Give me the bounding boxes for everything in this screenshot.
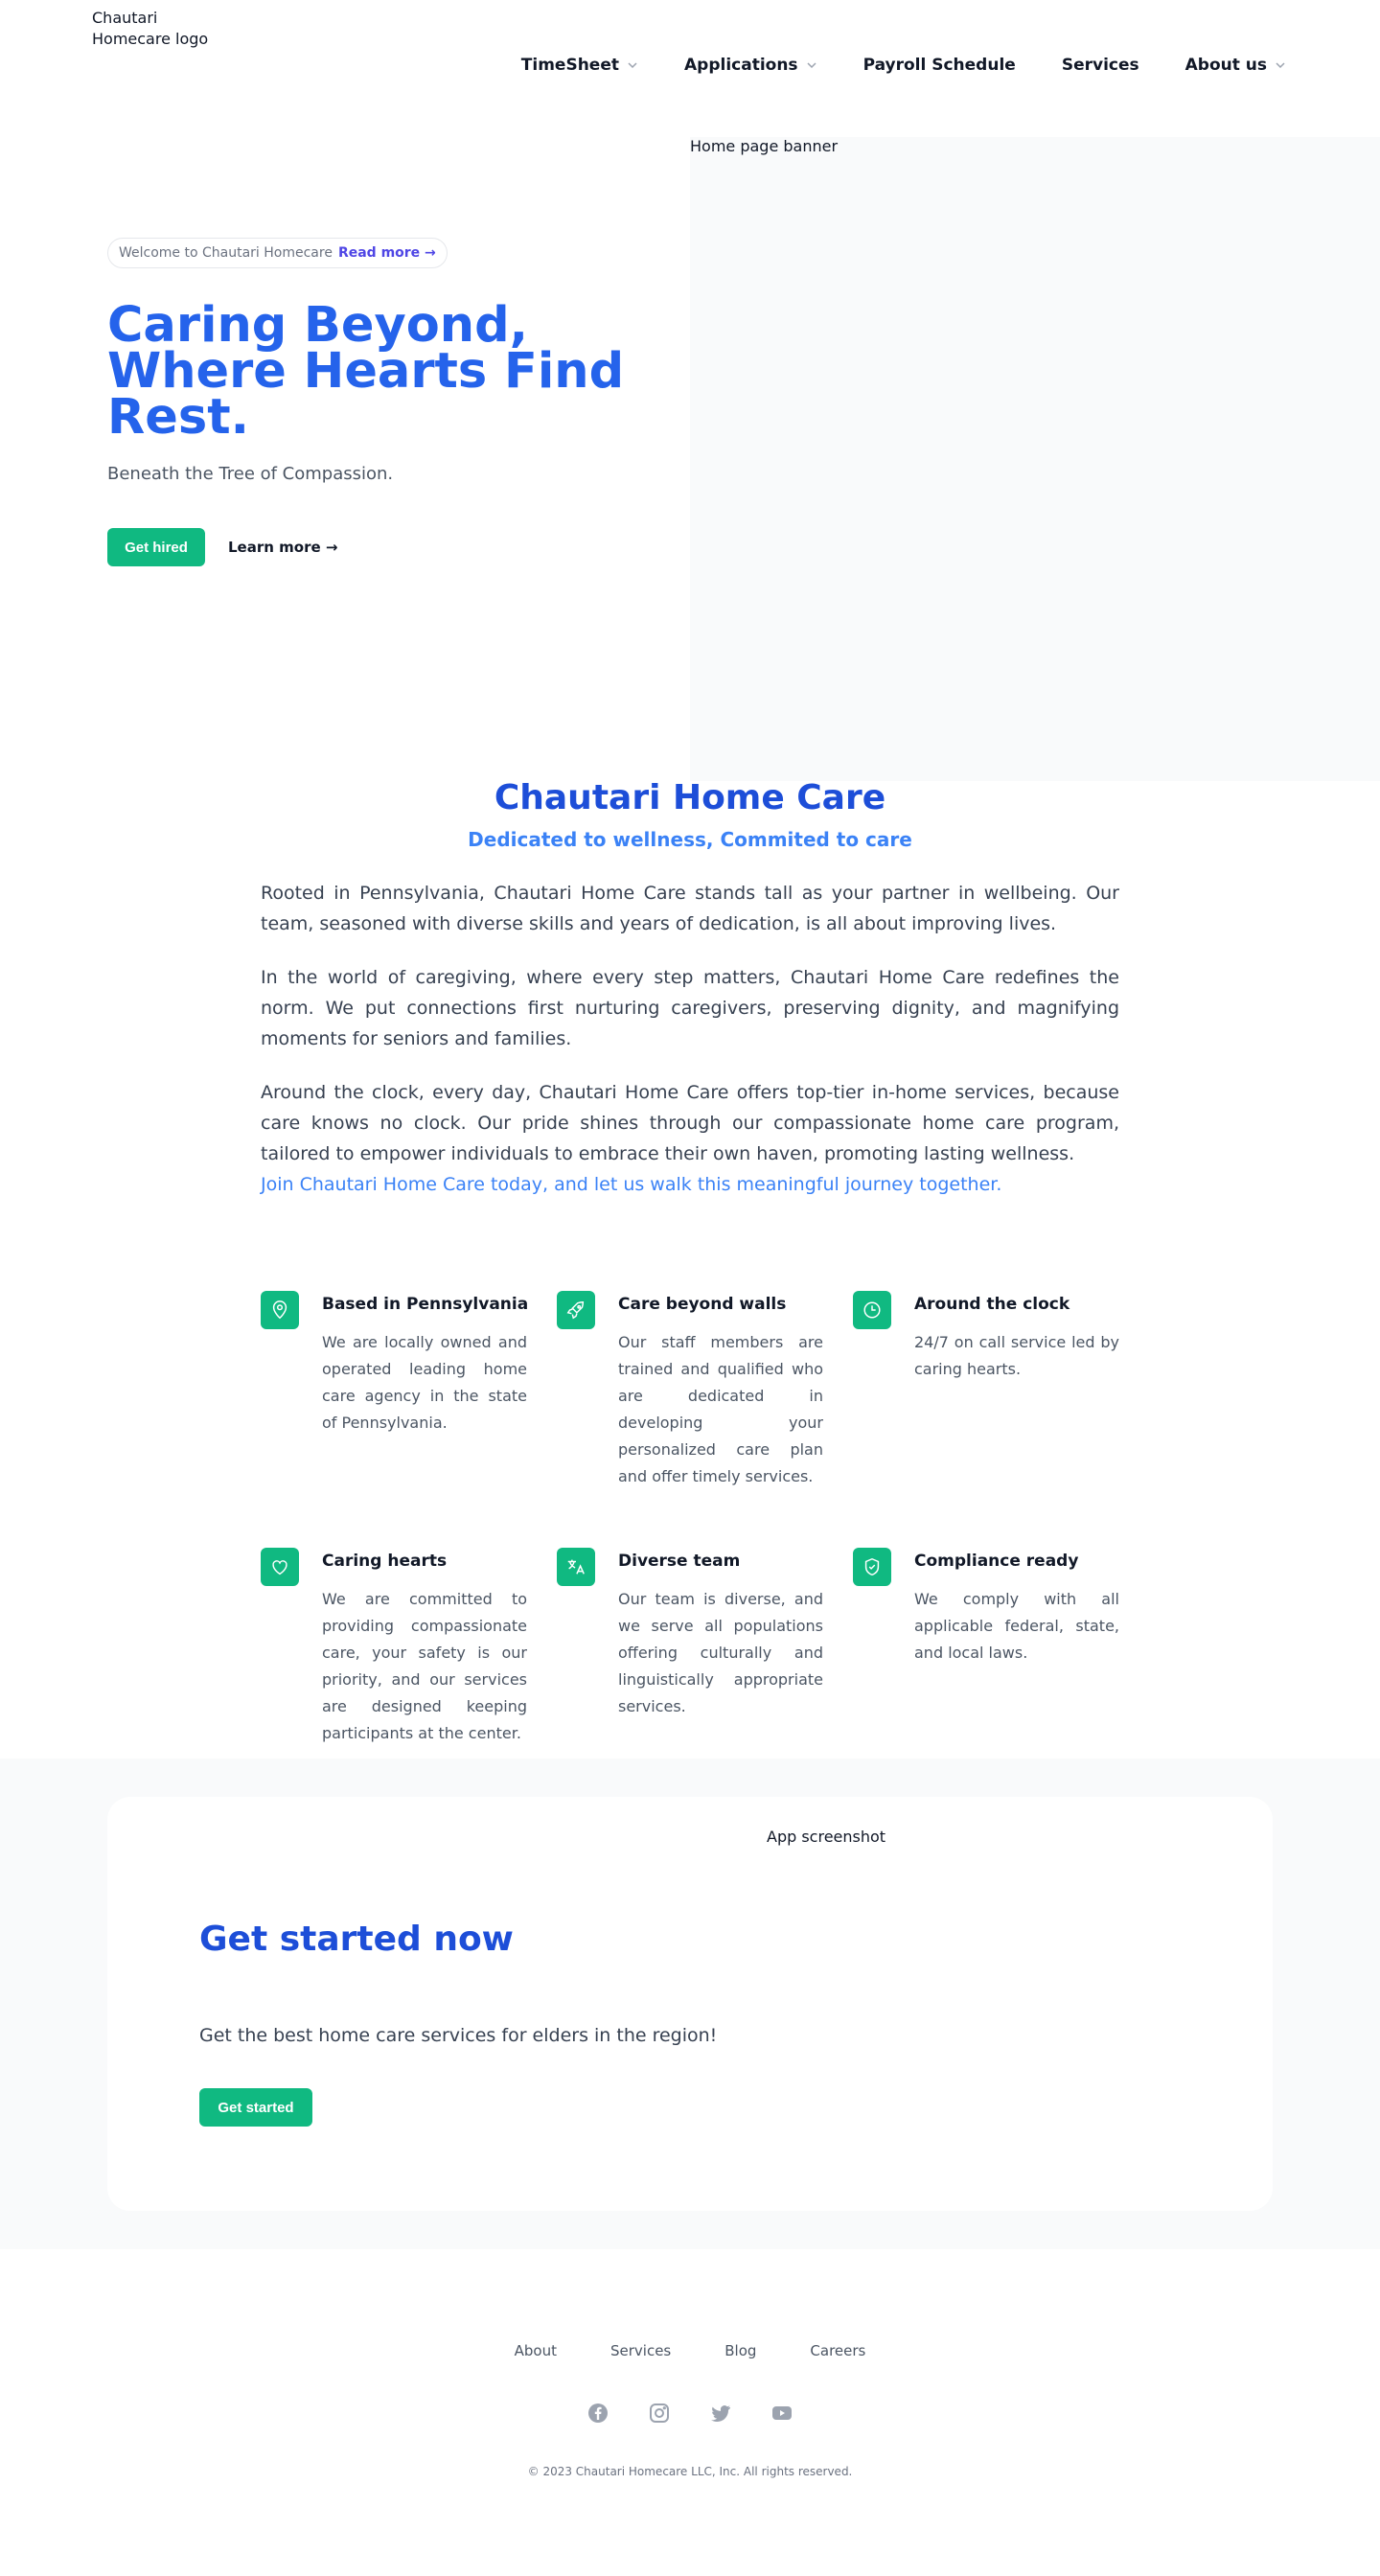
cta-subtitle: Get the best home care services for elde… (199, 2025, 718, 2046)
social-links (0, 2402, 1380, 2425)
read-more-link[interactable]: Read more → (338, 245, 436, 261)
nav-label: Services (1061, 56, 1139, 75)
app-screenshot-image: App screenshot (767, 1828, 886, 1846)
nav-about-us[interactable]: About us (1185, 56, 1286, 75)
nav-timesheet[interactable]: TimeSheet (521, 56, 638, 75)
about-cta-text: Join Chautari Home Care today, and let u… (261, 1174, 1002, 1195)
facebook-icon[interactable] (586, 2402, 610, 2425)
about-paragraph: In the world of caregiving, where every … (261, 967, 1119, 1049)
pill-text: Welcome to Chautari Homecare (119, 245, 333, 261)
logo[interactable]: Chautari Homecare logo (92, 8, 236, 50)
nav-payroll-schedule[interactable]: Payroll Schedule (863, 56, 1016, 75)
rocket-icon (557, 1291, 595, 1329)
get-started-button[interactable]: Get started (199, 2088, 312, 2127)
heart-icon (261, 1548, 299, 1586)
instagram-icon[interactable] (648, 2402, 671, 2425)
get-hired-button[interactable]: Get hired (107, 528, 205, 566)
feature-text: Our team is diverse, and we serve all po… (618, 1590, 823, 1715)
about-title: Chautari Home Care (494, 778, 886, 817)
feature-text: We are committed to providing compassion… (322, 1590, 527, 1742)
cta-card: App screenshot Get started now Get the b… (107, 1797, 1273, 2211)
footer-link-blog[interactable]: Blog (724, 2342, 756, 2359)
footer-links: About Services Blog Careers (0, 2342, 1380, 2359)
translate-icon (557, 1548, 595, 1586)
hero-title: Caring Beyond, Where Hearts Find Rest. (107, 297, 625, 446)
cta-section: App screenshot Get started now Get the b… (0, 1759, 1380, 2249)
main-nav: TimeSheet Applications Payroll Schedule … (521, 56, 1286, 75)
chevron-down-icon (807, 62, 816, 69)
nav-label: TimeSheet (520, 56, 619, 75)
cta-title: Get started now (199, 1920, 514, 1959)
nav-label: Payroll Schedule (862, 56, 1016, 75)
copyright-text: © 2023 Chautari Homecare LLC, Inc. All r… (527, 2465, 853, 2478)
chevron-down-icon (628, 62, 637, 69)
twitter-icon[interactable] (709, 2402, 732, 2425)
feature-title: Based in Pennsylvania (322, 1295, 529, 1314)
clock-icon (853, 1291, 891, 1329)
about-body: Rooted in Pennsylvania, Chautari Home Ca… (261, 878, 1119, 1223)
footer-link-careers[interactable]: Careers (810, 2342, 865, 2359)
about-tagline: Dedicated to wellness, Commited to care (468, 828, 912, 851)
welcome-pill: Welcome to Chautari Homecare Read more → (107, 238, 448, 268)
feature-text: We are locally owned and operated leadin… (322, 1333, 527, 1432)
learn-more-link[interactable]: Learn more → (228, 539, 337, 556)
banner-alt-text: Home page banner (690, 137, 839, 155)
feature-text: 24/7 on call service led by caring heart… (914, 1333, 1119, 1378)
feature-text: We comply with all applicable federal, s… (914, 1590, 1119, 1662)
hero-subtitle: Beneath the Tree of Compassion. (107, 464, 394, 484)
shield-check-icon (853, 1548, 891, 1586)
feature-title: Care beyond walls (618, 1295, 787, 1314)
feature-title: Around the clock (914, 1295, 1070, 1314)
feature-title: Diverse team (618, 1552, 741, 1571)
feature-title: Compliance ready (914, 1552, 1079, 1571)
feature-title: Caring hearts (322, 1552, 448, 1571)
youtube-icon[interactable] (770, 2402, 794, 2425)
chevron-down-icon (1276, 62, 1285, 69)
footer-link-services[interactable]: Services (610, 2342, 671, 2359)
nav-label: Applications (684, 56, 798, 75)
feature-text: Our staff members are trained and qualif… (618, 1333, 823, 1485)
nav-label: About us (1184, 56, 1267, 75)
hero-banner-image: Home page banner (690, 137, 1380, 781)
nav-services[interactable]: Services (1062, 56, 1139, 75)
location-pin-icon (261, 1291, 299, 1329)
nav-applications[interactable]: Applications (684, 56, 817, 75)
footer-link-about[interactable]: About (515, 2342, 557, 2359)
about-paragraph: Around the clock, every day, Chautari Ho… (261, 1082, 1119, 1164)
about-paragraph: Rooted in Pennsylvania, Chautari Home Ca… (261, 883, 1119, 934)
